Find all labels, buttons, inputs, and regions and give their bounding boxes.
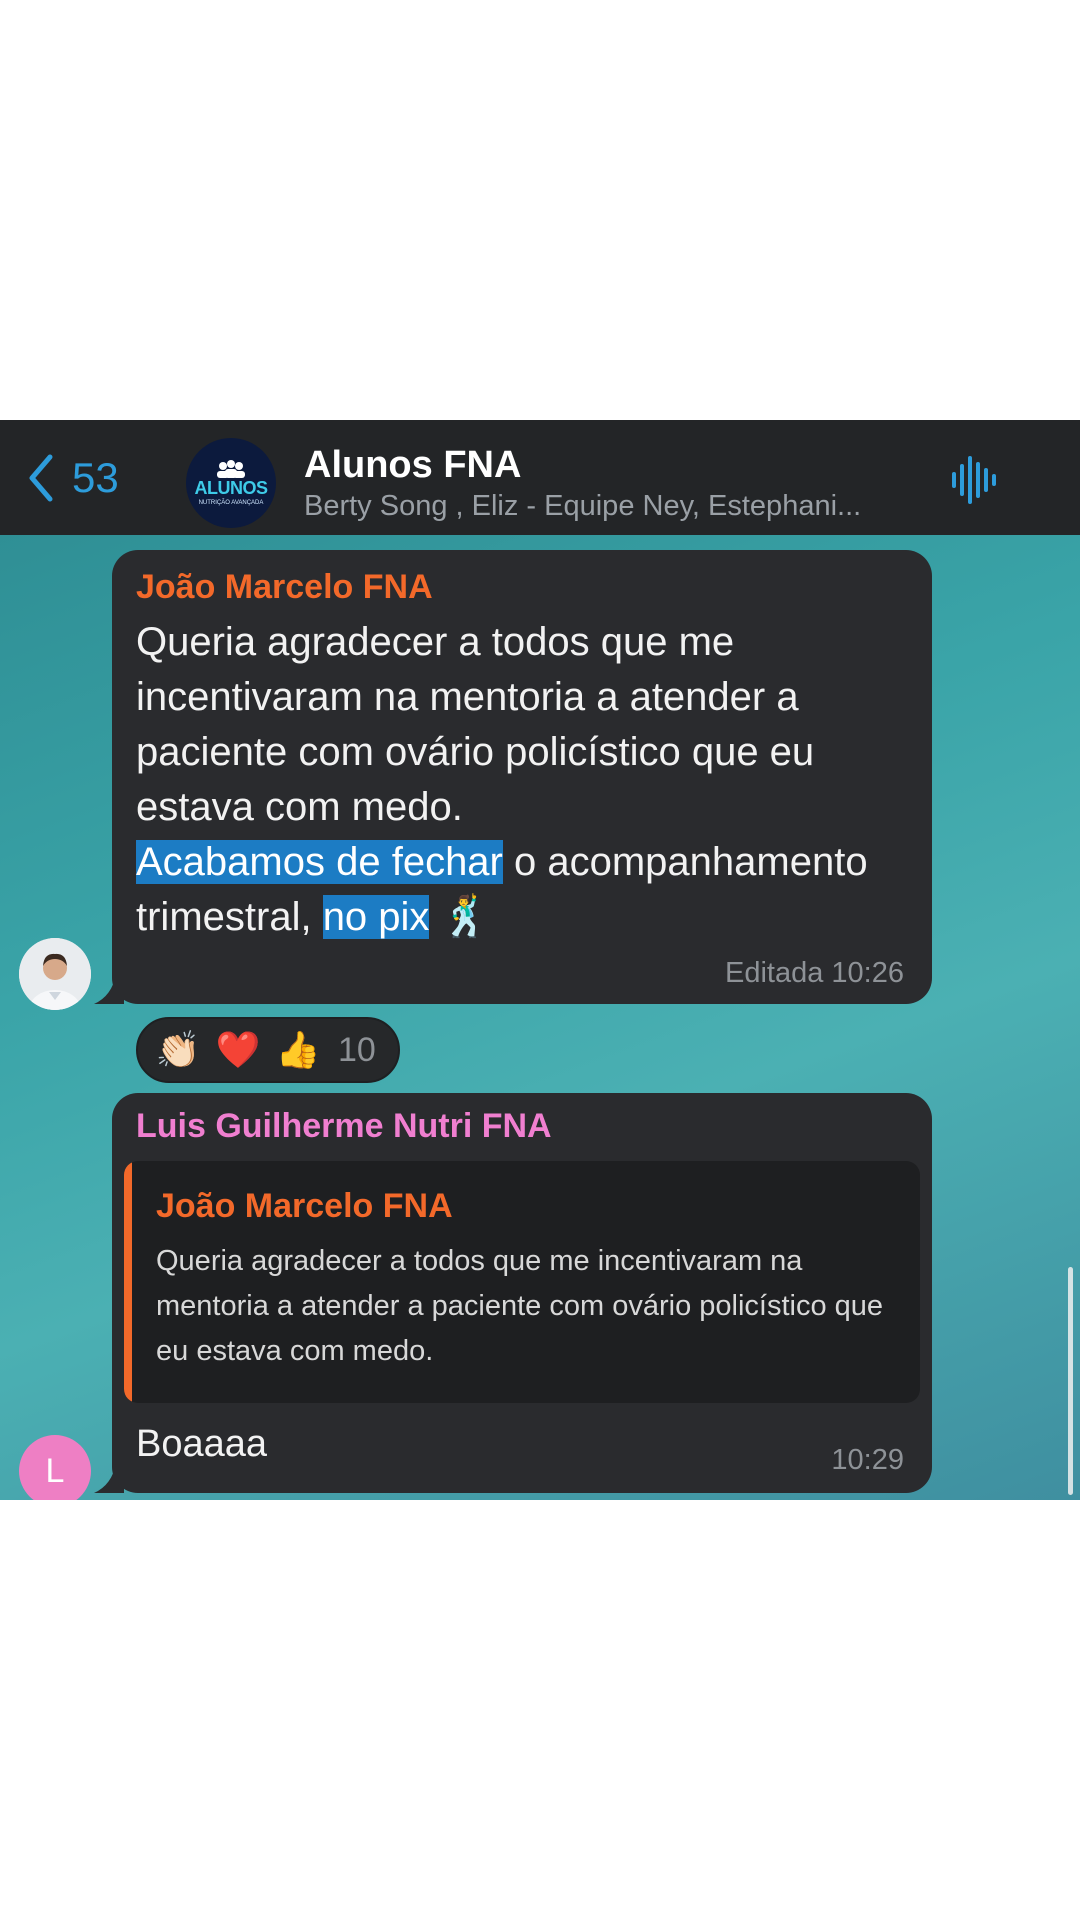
bubble-tail <box>94 1463 124 1493</box>
dancing-man-emoji: 🕺 <box>440 895 491 939</box>
message-text: Boaaaa <box>136 1423 268 1465</box>
user-photo-icon <box>19 938 91 1010</box>
avatar-logo-subtext: NUTRIÇÃO AVANÇADA <box>198 500 264 506</box>
avatar[interactable]: L <box>19 1435 91 1500</box>
chat-area[interactable]: João Marcelo FNA Queria agradecer a todo… <box>0 535 1080 1500</box>
avatar-initial: L <box>45 1451 65 1490</box>
bubble-tail <box>94 974 124 1004</box>
quote-accent-bar <box>124 1161 132 1403</box>
people-icon <box>217 460 245 478</box>
back-button[interactable]: 53 <box>26 448 166 508</box>
chat-title[interactable]: Alunos FNA <box>304 444 521 487</box>
chevron-left-icon <box>29 454 53 502</box>
message-meta: Editada 10:26 <box>725 957 904 989</box>
reactions-bar[interactable]: 👏🏻 ❤️ 👍 10 <box>136 1017 400 1083</box>
voice-wave-icon <box>952 456 996 504</box>
message-text: Queria agradecer a todos que me incentiv… <box>136 615 906 945</box>
message-sender[interactable]: Luis Guilherme Nutri FNA <box>136 1107 552 1146</box>
message-bubble[interactable]: Luis Guilherme Nutri FNA João Marcelo FN… <box>94 1093 932 1493</box>
message-meta: 10:29 <box>831 1444 904 1476</box>
reaction-thumbs-up[interactable]: 👍 <box>272 1024 324 1076</box>
chat-members[interactable]: Berty Song , Eliz - Equipe Ney, Estephan… <box>304 490 924 523</box>
reaction-count: 10 <box>338 1030 376 1069</box>
message-text-part: Queria agradecer a todos que me incentiv… <box>136 620 815 829</box>
scrollbar[interactable] <box>1068 1267 1073 1495</box>
avatar-logo-text: ALUNOS <box>194 478 269 498</box>
message-bubble[interactable]: João Marcelo FNA Queria agradecer a todo… <box>94 550 932 1004</box>
reply-quote[interactable]: João Marcelo FNA Queria agradecer a todo… <box>124 1161 920 1403</box>
avatar[interactable] <box>19 938 91 1010</box>
voice-chat-button[interactable] <box>946 452 1002 508</box>
quote-sender: João Marcelo FNA <box>156 1187 453 1225</box>
chat-header: 53 ALUNOS NUTRIÇÃO AVANÇADA Alunos FNA B… <box>0 420 1080 535</box>
message-highlight: no pix <box>322 895 430 939</box>
message-sender[interactable]: João Marcelo FNA <box>136 568 433 607</box>
quote-text: Queria agradecer a todos que me incentiv… <box>156 1245 884 1367</box>
reaction-heart[interactable]: ❤️ <box>212 1024 264 1076</box>
reaction-clap[interactable]: 👏🏻 <box>152 1024 204 1076</box>
message-highlight: Acabamos de fechar <box>136 840 503 884</box>
chat-screenshot: 53 ALUNOS NUTRIÇÃO AVANÇADA Alunos FNA B… <box>0 420 1080 1500</box>
unread-count: 53 <box>72 454 119 501</box>
group-avatar[interactable]: ALUNOS NUTRIÇÃO AVANÇADA <box>186 438 276 528</box>
